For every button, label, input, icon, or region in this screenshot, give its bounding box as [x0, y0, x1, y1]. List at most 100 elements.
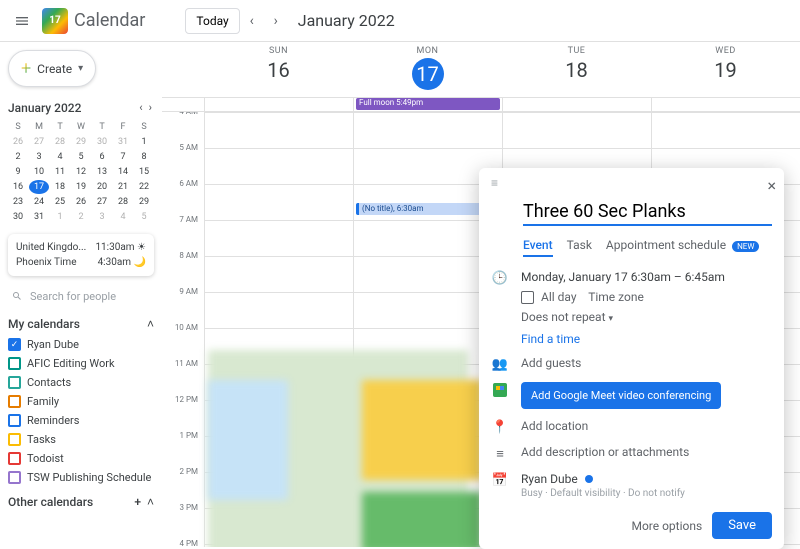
time-cell[interactable]	[204, 292, 353, 328]
calendar-checkbox[interactable]	[8, 357, 21, 370]
search-people-input[interactable]: Search for people	[8, 286, 154, 313]
allday-cell[interactable]: Full moon 5:49pm	[353, 98, 502, 111]
mini-day-cell[interactable]: 26	[8, 135, 28, 149]
mini-day-cell[interactable]: 11	[50, 165, 70, 179]
mini-day-cell[interactable]: 30	[92, 135, 112, 149]
mini-day-cell[interactable]: 29	[134, 195, 154, 209]
time-cell[interactable]	[651, 112, 800, 148]
add-calendar-icon[interactable]: +	[134, 495, 141, 509]
mini-day-cell[interactable]: 23	[8, 195, 28, 209]
find-time-link[interactable]: Find a time	[521, 332, 772, 346]
calendar-checkbox[interactable]	[8, 414, 21, 427]
add-meet-button[interactable]: Add Google Meet video conferencing	[521, 382, 721, 409]
mini-day-cell[interactable]: 3	[92, 210, 112, 224]
day-column-header[interactable]: WED19	[651, 42, 800, 97]
mini-day-cell[interactable]: 18	[50, 180, 70, 194]
hamburger-icon[interactable]	[8, 7, 36, 35]
calendar-item[interactable]: TSW Publishing Schedule	[8, 468, 154, 487]
mini-day-cell[interactable]: 27	[92, 195, 112, 209]
mini-day-cell[interactable]: 12	[71, 165, 91, 179]
calendar-checkbox[interactable]	[8, 433, 21, 446]
my-calendars-toggle[interactable]: My calendars ˄	[8, 313, 154, 335]
mini-day-cell[interactable]: 7	[113, 150, 133, 164]
time-cell[interactable]	[204, 184, 353, 220]
mini-day-cell[interactable]: 20	[92, 180, 112, 194]
event-time-line[interactable]: Monday, January 17 6:30am – 6:45am	[521, 270, 772, 284]
allday-cell[interactable]	[651, 98, 800, 111]
mini-day-cell[interactable]: 25	[50, 195, 70, 209]
close-icon[interactable]: ×	[767, 176, 776, 195]
mini-day-cell[interactable]: 10	[29, 165, 49, 179]
time-cell[interactable]	[502, 112, 651, 148]
mini-day-cell[interactable]: 21	[113, 180, 133, 194]
mini-next-button[interactable]: ›	[147, 99, 154, 116]
mini-day-cell[interactable]: 28	[113, 195, 133, 209]
time-cell[interactable]	[353, 112, 502, 148]
mini-day-cell[interactable]: 8	[134, 150, 154, 164]
mini-day-cell[interactable]: 2	[8, 150, 28, 164]
prev-week-button[interactable]: ‹	[240, 9, 264, 33]
mini-day-cell[interactable]: 31	[29, 210, 49, 224]
calendar-checkbox[interactable]	[8, 338, 21, 351]
calendar-item[interactable]: Family	[8, 392, 154, 411]
mini-day-cell[interactable]: 2	[71, 210, 91, 224]
mini-day-cell[interactable]: 22	[134, 180, 154, 194]
mini-day-cell[interactable]: 1	[50, 210, 70, 224]
mini-day-cell[interactable]: 19	[71, 180, 91, 194]
mini-calendar[interactable]: SMTWTFS262728293031123456789101112131415…	[8, 120, 154, 224]
day-column-header[interactable]: SUN16	[204, 42, 353, 97]
add-description-input[interactable]: Add description or attachments	[521, 445, 772, 459]
mini-day-cell[interactable]: 6	[92, 150, 112, 164]
tab-task[interactable]: Task	[567, 238, 592, 257]
calendar-item[interactable]: Reminders	[8, 411, 154, 430]
next-week-button[interactable]: ›	[264, 9, 288, 33]
mini-day-cell[interactable]: 4	[50, 150, 70, 164]
mini-day-cell[interactable]: 4	[113, 210, 133, 224]
day-column-header[interactable]: MON17	[353, 42, 502, 97]
calendar-checkbox[interactable]	[8, 471, 21, 484]
timezone-link[interactable]: Time zone	[588, 290, 644, 304]
mini-day-cell[interactable]: 5	[71, 150, 91, 164]
allday-cell[interactable]	[502, 98, 651, 111]
add-location-input[interactable]: Add location	[521, 419, 772, 433]
allday-cell[interactable]	[204, 98, 353, 111]
calendar-item[interactable]: Contacts	[8, 373, 154, 392]
mini-day-cell[interactable]: 15	[134, 165, 154, 179]
calendar-item[interactable]: AFIC Editing Work	[8, 354, 154, 373]
mini-day-cell[interactable]: 26	[71, 195, 91, 209]
today-button[interactable]: Today	[185, 8, 239, 34]
tab-event[interactable]: Event	[523, 238, 553, 257]
calendar-checkbox[interactable]	[8, 395, 21, 408]
mini-day-cell[interactable]: 16	[8, 180, 28, 194]
day-column-header[interactable]: TUE18	[502, 42, 651, 97]
time-cell[interactable]	[204, 112, 353, 148]
mini-day-cell[interactable]: 17	[29, 180, 49, 194]
calendar-item[interactable]: Ryan Dube	[8, 335, 154, 354]
calendar-item[interactable]: Todoist	[8, 449, 154, 468]
time-cell[interactable]	[204, 256, 353, 292]
create-button[interactable]: + Create ▾	[8, 50, 96, 87]
time-cell[interactable]	[204, 148, 353, 184]
time-cell[interactable]	[204, 220, 353, 256]
mini-day-cell[interactable]: 30	[8, 210, 28, 224]
mini-day-cell[interactable]: 9	[8, 165, 28, 179]
more-options-button[interactable]: More options	[631, 519, 702, 533]
add-guests-input[interactable]: Add guests	[521, 356, 772, 370]
allday-event[interactable]: Full moon 5:49pm	[356, 98, 500, 110]
calendar-item[interactable]: Tasks	[8, 430, 154, 449]
mini-day-cell[interactable]: 14	[113, 165, 133, 179]
mini-day-cell[interactable]: 13	[92, 165, 112, 179]
repeat-select[interactable]: Does not repeat	[521, 310, 606, 324]
mini-day-cell[interactable]: 28	[50, 135, 70, 149]
save-button[interactable]: Save	[712, 512, 772, 539]
mini-day-cell[interactable]: 29	[71, 135, 91, 149]
mini-day-cell[interactable]: 3	[29, 150, 49, 164]
mini-day-cell[interactable]: 24	[29, 195, 49, 209]
allday-checkbox[interactable]	[521, 291, 534, 304]
calendar-checkbox[interactable]	[8, 452, 21, 465]
event-title-input[interactable]	[523, 199, 772, 226]
mini-day-cell[interactable]: 27	[29, 135, 49, 149]
drag-handle-icon[interactable]: ≡	[491, 176, 498, 195]
mini-day-cell[interactable]: 1	[134, 135, 154, 149]
mini-prev-button[interactable]: ‹	[137, 99, 144, 116]
